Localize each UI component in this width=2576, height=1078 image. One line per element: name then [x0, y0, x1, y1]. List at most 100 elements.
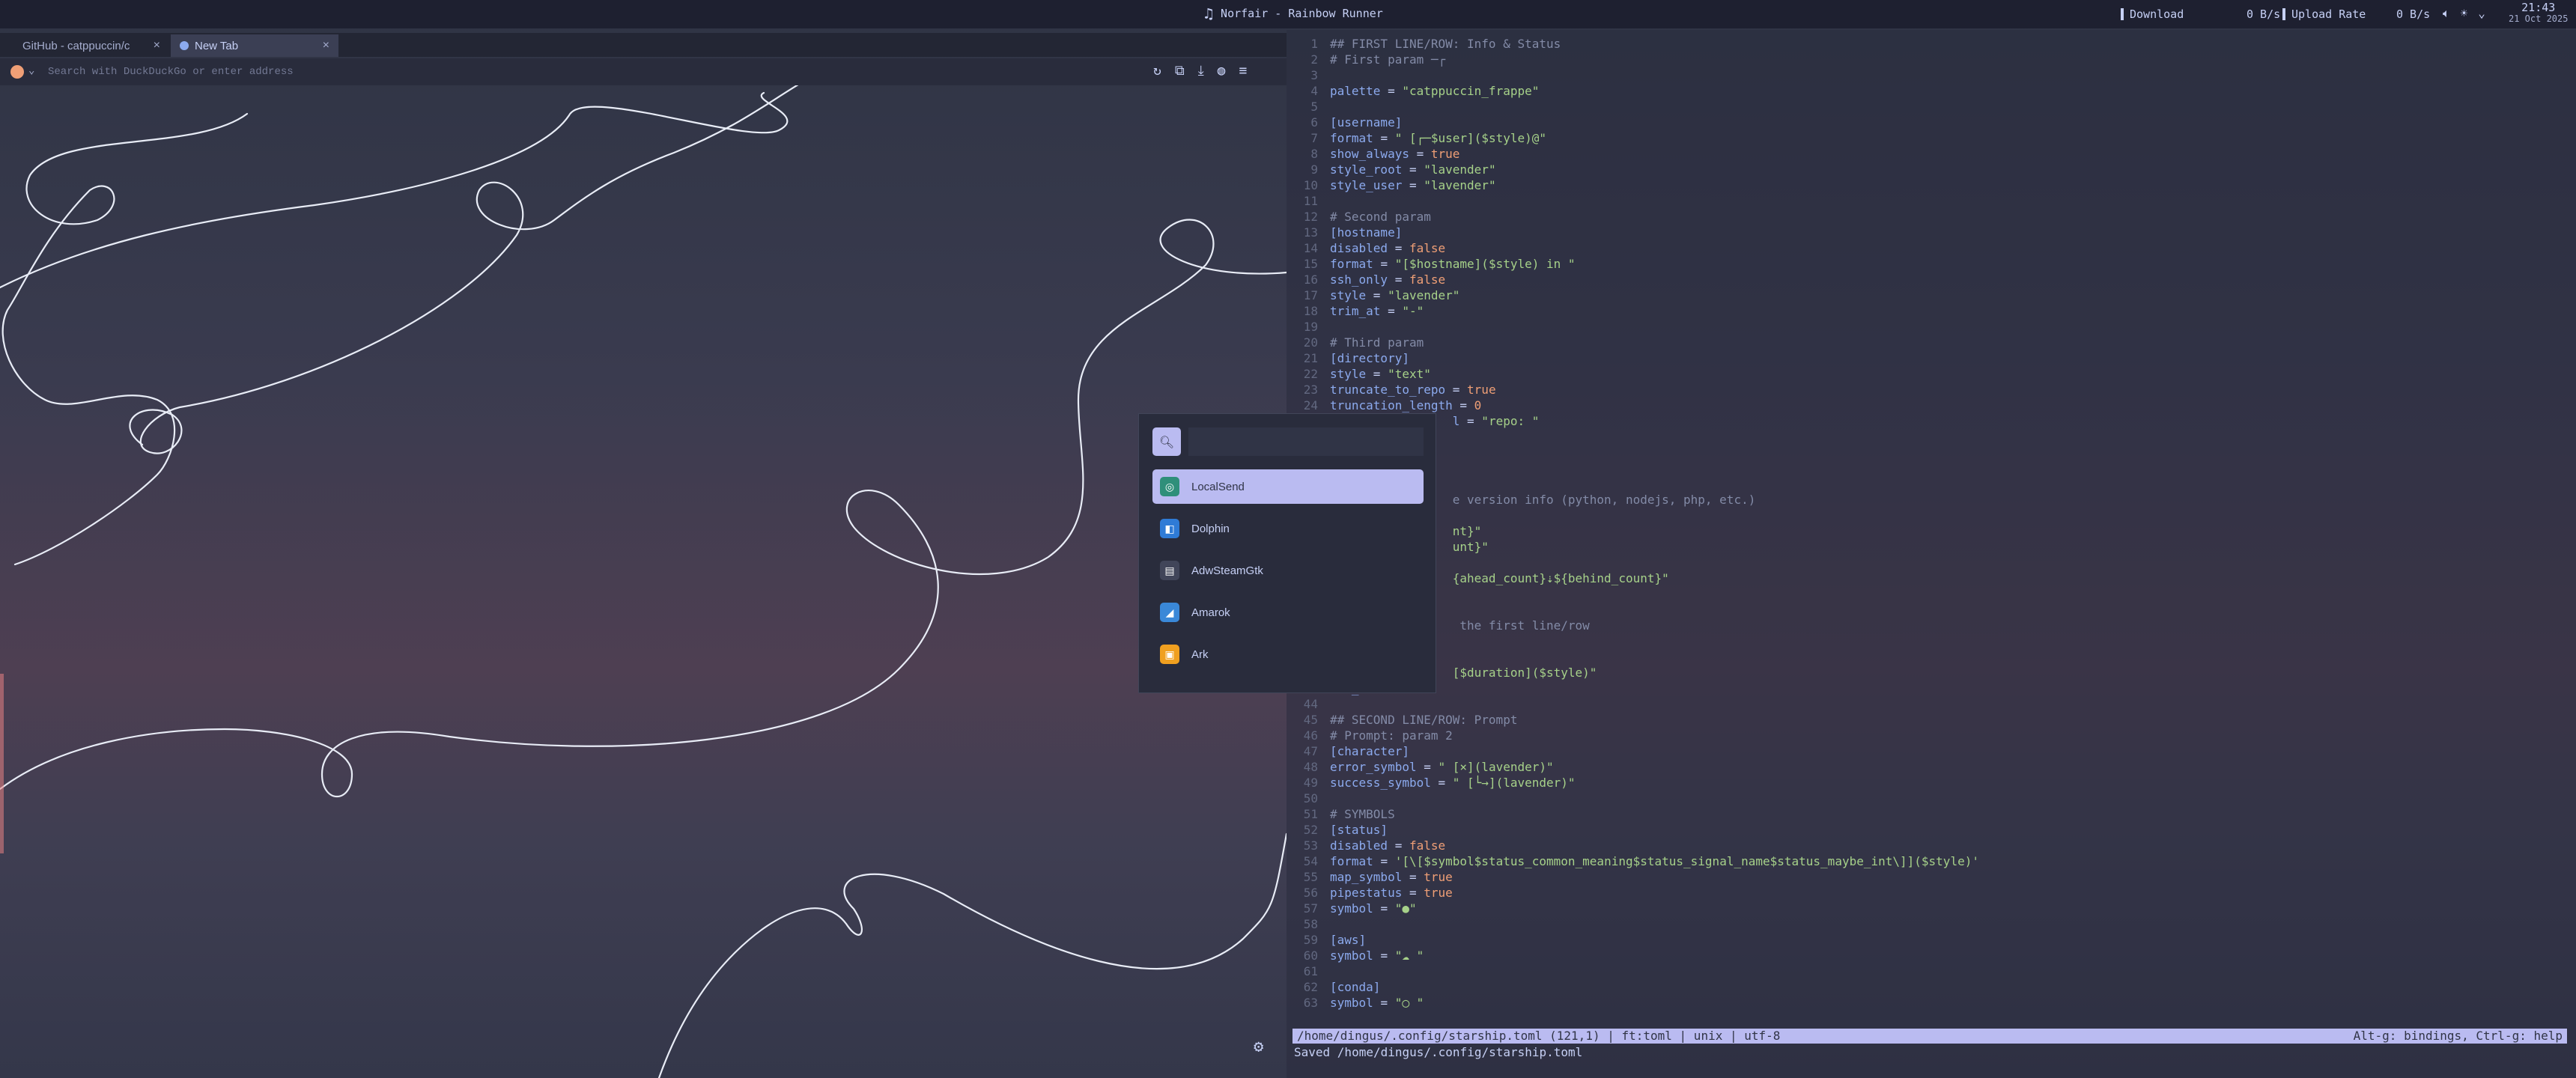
code-line[interactable]: 46 # Prompt: param 2 — [1295, 728, 1979, 743]
code-line[interactable]: 1 ## FIRST LINE/ROW: Info & Status — [1295, 36, 1979, 52]
launcher-item-ark[interactable]: ▣ Ark — [1152, 637, 1424, 672]
launcher-item-label: LocalSend — [1191, 480, 1245, 493]
code-line[interactable]: 19​ — [1295, 319, 1979, 335]
line-number: 4 — [1310, 84, 1318, 98]
chevron-down-icon[interactable]: ⌄ — [28, 64, 34, 76]
code-line[interactable]: 54 format = '[\[$symbol$status_common_mea… — [1295, 853, 1979, 869]
line-number: 47 — [1303, 744, 1318, 758]
music-note-icon: ♫ — [1204, 4, 1214, 22]
line-number: 13 — [1303, 225, 1318, 240]
code-line[interactable]: 57 symbol = "●" — [1295, 901, 1979, 916]
line-text: symbol = "◯ " — [1330, 996, 1424, 1010]
search-icon[interactable]: 🔍︎ — [1152, 427, 1181, 456]
code-line[interactable]: 50​ — [1295, 791, 1979, 806]
code-line[interactable]: 12 # Second param — [1295, 209, 1979, 225]
upload-rate: 0 B/s — [2396, 7, 2431, 21]
code-line[interactable]: 45 ## SECOND LINE/ROW: Prompt — [1295, 712, 1979, 728]
code-line[interactable]: 11​ — [1295, 193, 1979, 209]
launcher-item-localsend[interactable]: ◎ LocalSend — [1152, 469, 1424, 504]
downloads-icon[interactable]: ⤓ — [1198, 63, 1204, 79]
line-number: 15 — [1303, 257, 1318, 271]
code-line[interactable]: 17 style = "lavender" — [1295, 287, 1979, 303]
wallpaper-scribble — [0, 85, 1287, 1078]
extensions-icon[interactable]: ⧉ — [1175, 63, 1185, 79]
media-widget[interactable]: ♫ Norfair - Rainbow Runner — [1204, 4, 1383, 22]
adwsteamgtk-icon: ▤ — [1160, 561, 1179, 580]
code-line[interactable]: 60 symbol = "☁ " — [1295, 948, 1979, 963]
code-line[interactable]: 59 [aws] — [1295, 932, 1979, 948]
code-line[interactable]: 51 # SYMBOLS — [1295, 806, 1979, 822]
line-text: format = '[\[$symbol$status_common_meani… — [1330, 854, 1979, 868]
code-line[interactable]: 18 trim_at = "-" — [1295, 303, 1979, 319]
code-line[interactable]: 2 # First param ─┌ — [1295, 52, 1979, 67]
menu-icon[interactable]: ≡ — [1239, 63, 1248, 79]
code-line[interactable]: 62 [conda] — [1295, 979, 1979, 995]
close-icon[interactable]: × — [154, 39, 160, 52]
now-playing-text: Norfair - Rainbow Runner — [1221, 7, 1383, 20]
status-help: Alt-g: bindings, Ctrl-g: help — [2353, 1029, 2563, 1043]
code-line[interactable]: 48 error_symbol = " [×](lavender)" — [1295, 759, 1979, 775]
code-line[interactable]: 58​ — [1295, 916, 1979, 932]
line-number: 6 — [1310, 115, 1318, 130]
line-text: [username] — [1330, 115, 1403, 130]
line-text: truncate_to_repo = true — [1330, 383, 1496, 397]
line-number: 60 — [1303, 948, 1318, 963]
code-line[interactable]: 20 # Third param — [1295, 335, 1979, 350]
code-line[interactable]: 53 disabled = false — [1295, 838, 1979, 853]
code-line[interactable]: 49 success_symbol = " [└→](lavender)" — [1295, 775, 1979, 791]
code-line[interactable]: 9 style_root = "lavender" — [1295, 162, 1979, 177]
code-line[interactable]: 21 [directory] — [1295, 350, 1979, 366]
clock[interactable]: 21:43 21 Oct 2025 — [2509, 2, 2568, 25]
code-line[interactable]: 3​ — [1295, 67, 1979, 83]
code-line[interactable]: 8 show_always = true — [1295, 146, 1979, 162]
line-text: # Second param — [1330, 210, 1431, 224]
code-line[interactable]: 10 style_user = "lavender" — [1295, 177, 1979, 193]
line-text: style_root = "lavender" — [1330, 162, 1496, 177]
launcher-item-amarok[interactable]: ◢ Amarok — [1152, 595, 1424, 630]
close-icon[interactable]: × — [323, 39, 329, 52]
tab-github[interactable]: GitHub - catppuccin/c × — [13, 34, 169, 57]
line-number: 21 — [1303, 351, 1318, 365]
reload-icon[interactable]: ↻ — [1153, 63, 1161, 79]
code-line[interactable]: 24 truncation_length = 0 — [1295, 398, 1979, 413]
volume-icon[interactable]: 🔈︎ — [2443, 6, 2450, 21]
code-line[interactable]: 13 [hostname] — [1295, 225, 1979, 240]
code-line[interactable]: 52 [status] — [1295, 822, 1979, 838]
text-editor[interactable]: 1 ## FIRST LINE/ROW: Info & Status 2 # Firs… — [1287, 30, 2576, 1078]
code-line[interactable]: 7 format = " [┌─$user]($style)@" — [1295, 130, 1979, 146]
code-line[interactable]: 22 style = "text" — [1295, 366, 1979, 382]
launcher-item-label: Dolphin — [1191, 522, 1230, 535]
status-file-info: /home/dingus/.config/starship.toml (121,… — [1297, 1029, 1781, 1043]
brightness-icon[interactable]: ☀︎ — [2461, 6, 2468, 21]
chevron-down-icon[interactable]: ⌄ — [2478, 6, 2485, 21]
code-line[interactable]: 55 map_symbol = true — [1295, 869, 1979, 885]
code-line[interactable]: 14 disabled = false — [1295, 240, 1979, 256]
launcher-search-input[interactable] — [1188, 427, 1424, 456]
line-number: 10 — [1303, 178, 1318, 192]
upload-widget: Upload Rate — [2282, 7, 2366, 21]
code-line[interactable]: 4 palette = "catppuccin_frappe" — [1295, 83, 1979, 99]
line-text: [aws] — [1330, 933, 1367, 947]
code-line[interactable]: 23 truncate_to_repo = true — [1295, 382, 1979, 398]
account-icon[interactable]: ◍ — [1218, 63, 1226, 79]
launcher-item-adwsteamgtk[interactable]: ▤ AdwSteamGtk — [1152, 553, 1424, 588]
launcher-item-dolphin[interactable]: ◧ Dolphin — [1152, 511, 1424, 546]
line-text: ## SECOND LINE/ROW: Prompt — [1330, 713, 1518, 727]
line-text: pipestatus = true — [1330, 886, 1453, 900]
line-number: 22 — [1303, 367, 1318, 381]
code-line[interactable]: 47 [character] — [1295, 743, 1979, 759]
code-line[interactable]: 5​ — [1295, 99, 1979, 115]
code-line[interactable]: 63 symbol = "◯ " — [1295, 995, 1979, 1011]
code-line[interactable]: 56 pipestatus = true — [1295, 885, 1979, 901]
code-line[interactable]: 44​ — [1295, 696, 1979, 712]
code-line[interactable]: 16 ssh_only = false — [1295, 272, 1979, 287]
code-line[interactable]: 6 [username] — [1295, 115, 1979, 130]
code-line[interactable]: 15 format = "[$hostname]($style) in " — [1295, 256, 1979, 272]
code-line[interactable]: 61​ — [1295, 963, 1979, 979]
tab-new-tab[interactable]: New Tab × — [171, 34, 338, 57]
gear-icon[interactable]: ⚙ — [1254, 1038, 1263, 1056]
line-text: ## FIRST LINE/ROW: Info & Status — [1330, 37, 1561, 51]
site-identity-icon[interactable] — [10, 65, 24, 79]
line-text: # First param ─┌ — [1330, 52, 1446, 67]
address-input[interactable]: Search with DuckDuckGo or enter address — [42, 63, 1149, 81]
